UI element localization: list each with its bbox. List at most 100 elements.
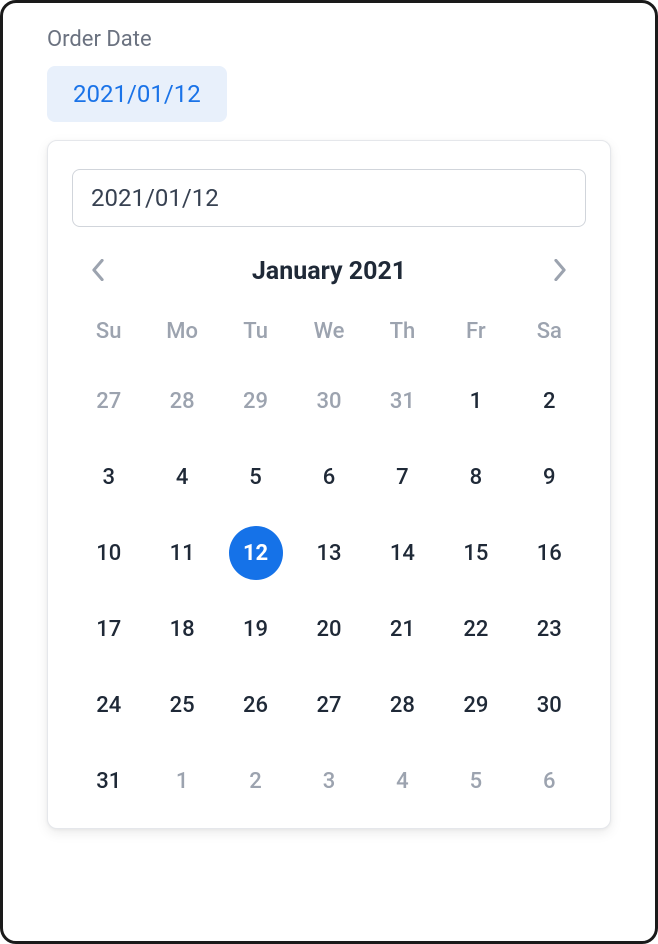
day-cell[interactable]: 10	[72, 526, 145, 580]
day-number: 28	[155, 374, 209, 428]
day-cell[interactable]: 30	[292, 374, 365, 428]
day-cell[interactable]: 28	[145, 374, 218, 428]
day-cell[interactable]: 27	[292, 678, 365, 732]
day-number: 25	[155, 678, 209, 732]
day-number: 2	[229, 754, 283, 808]
day-number: 21	[375, 602, 429, 656]
day-cell[interactable]: 29	[439, 678, 512, 732]
day-cell[interactable]: 4	[366, 754, 439, 808]
day-cell[interactable]: 27	[72, 374, 145, 428]
header-area: Order Date 2021/01/12	[3, 3, 655, 122]
selected-date-chip[interactable]: 2021/01/12	[47, 66, 227, 122]
calendar-grid: SuMoTuWeThFrSa27282930311234567891011121…	[72, 319, 586, 808]
day-cell[interactable]: 30	[513, 678, 586, 732]
day-cell[interactable]: 18	[145, 602, 218, 656]
day-number: 1	[155, 754, 209, 808]
day-number: 27	[302, 678, 356, 732]
day-cell[interactable]: 20	[292, 602, 365, 656]
weekday-header: Su	[72, 319, 145, 352]
day-cell[interactable]: 4	[145, 450, 218, 504]
month-label: January 2021	[116, 257, 542, 286]
day-cell[interactable]: 2	[513, 374, 586, 428]
day-number: 6	[302, 450, 356, 504]
day-cell[interactable]: 12	[219, 526, 292, 580]
day-number: 8	[449, 450, 503, 504]
day-number: 23	[522, 602, 576, 656]
day-cell[interactable]: 31	[366, 374, 439, 428]
next-month-button[interactable]	[542, 253, 578, 289]
day-cell[interactable]: 3	[292, 754, 365, 808]
day-cell[interactable]: 21	[366, 602, 439, 656]
day-cell[interactable]: 8	[439, 450, 512, 504]
calendar-popup: January 2021 SuMoTuWeThFrSa2728293031123…	[47, 140, 611, 829]
day-cell[interactable]: 6	[513, 754, 586, 808]
day-number: 3	[82, 450, 136, 504]
day-number: 27	[82, 374, 136, 428]
day-cell[interactable]: 5	[219, 450, 292, 504]
day-number: 31	[82, 754, 136, 808]
day-number: 5	[229, 450, 283, 504]
calendar-popup-area: January 2021 SuMoTuWeThFrSa2728293031123…	[3, 140, 655, 829]
day-number: 5	[449, 754, 503, 808]
day-cell[interactable]: 1	[145, 754, 218, 808]
day-cell[interactable]: 25	[145, 678, 218, 732]
day-number: 26	[229, 678, 283, 732]
day-number: 18	[155, 602, 209, 656]
weekday-header: Mo	[145, 319, 218, 352]
day-cell[interactable]: 29	[219, 374, 292, 428]
day-cell[interactable]: 3	[72, 450, 145, 504]
month-nav: January 2021	[72, 253, 586, 289]
day-cell[interactable]: 23	[513, 602, 586, 656]
day-number: 19	[229, 602, 283, 656]
day-cell[interactable]: 26	[219, 678, 292, 732]
day-number: 30	[302, 374, 356, 428]
day-number: 15	[449, 526, 503, 580]
day-cell[interactable]: 16	[513, 526, 586, 580]
day-number: 7	[375, 450, 429, 504]
weekday-header: Sa	[513, 319, 586, 352]
day-cell[interactable]: 28	[366, 678, 439, 732]
day-number: 4	[375, 754, 429, 808]
day-cell[interactable]: 22	[439, 602, 512, 656]
day-number: 20	[302, 602, 356, 656]
day-number: 16	[522, 526, 576, 580]
day-number: 24	[82, 678, 136, 732]
day-number: 28	[375, 678, 429, 732]
day-number: 1	[449, 374, 503, 428]
chevron-right-icon	[553, 259, 567, 284]
day-cell[interactable]: 24	[72, 678, 145, 732]
prev-month-button[interactable]	[80, 253, 116, 289]
weekday-header: Th	[366, 319, 439, 352]
day-number: 3	[302, 754, 356, 808]
day-number: 11	[155, 526, 209, 580]
day-number: 30	[522, 678, 576, 732]
day-cell[interactable]: 13	[292, 526, 365, 580]
day-number: 13	[302, 526, 356, 580]
day-number: 10	[82, 526, 136, 580]
chevron-left-icon	[91, 259, 105, 284]
day-cell[interactable]: 15	[439, 526, 512, 580]
day-number: 9	[522, 450, 576, 504]
day-cell[interactable]: 14	[366, 526, 439, 580]
weekday-header: Fr	[439, 319, 512, 352]
weekday-header: Tu	[219, 319, 292, 352]
day-cell[interactable]: 5	[439, 754, 512, 808]
day-number: 31	[375, 374, 429, 428]
day-cell[interactable]: 1	[439, 374, 512, 428]
day-number: 6	[522, 754, 576, 808]
day-cell[interactable]: 17	[72, 602, 145, 656]
day-number: 14	[375, 526, 429, 580]
day-cell[interactable]: 6	[292, 450, 365, 504]
day-cell[interactable]: 11	[145, 526, 218, 580]
day-cell[interactable]: 7	[366, 450, 439, 504]
day-cell[interactable]: 19	[219, 602, 292, 656]
day-number: 22	[449, 602, 503, 656]
day-number: 12	[229, 526, 283, 580]
day-cell[interactable]: 2	[219, 754, 292, 808]
date-input[interactable]	[72, 169, 586, 227]
day-number: 17	[82, 602, 136, 656]
weekday-header: We	[292, 319, 365, 352]
day-cell[interactable]: 9	[513, 450, 586, 504]
day-number: 29	[229, 374, 283, 428]
day-cell[interactable]: 31	[72, 754, 145, 808]
